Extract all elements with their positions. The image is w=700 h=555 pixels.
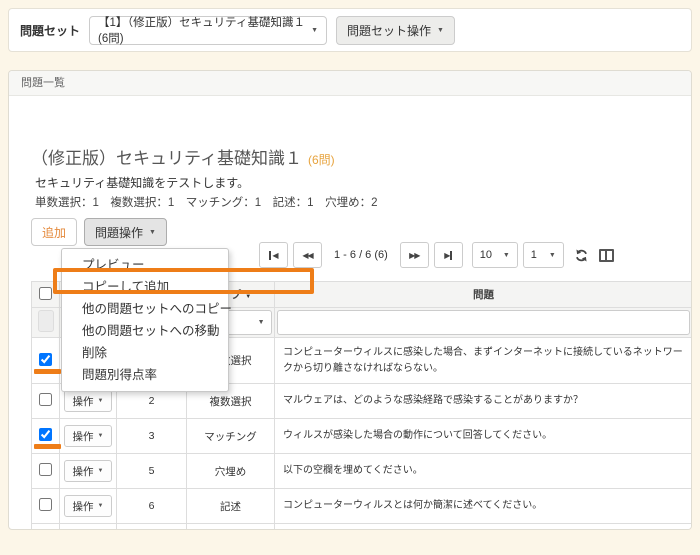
row-question: 空欄を記入してください。 bbox=[275, 524, 693, 531]
next-page-icon: ▶▶ bbox=[409, 251, 419, 260]
table-row: 操作▼ 5 穴埋め 以下の空欄を埋めてください。 bbox=[32, 454, 693, 489]
next-page-button[interactable]: ▶▶ bbox=[400, 242, 429, 268]
chevron-down-icon: ▼ bbox=[149, 229, 156, 236]
question-set-selected-value: 【1】（修正版）セキュリティ基礎知識１(6問) bbox=[98, 14, 305, 46]
row-checkbox[interactable] bbox=[39, 353, 52, 366]
chevron-down-icon: ▼ bbox=[437, 27, 444, 34]
question-list-panel: 問題一覧 （修正版）セキュリティ基礎知識１ (6問) セキュリティ基礎知識をテスト… bbox=[8, 70, 692, 530]
row-actions-button[interactable]: 操作▼ bbox=[64, 390, 113, 412]
chevron-down-icon: ▼ bbox=[549, 252, 556, 259]
question-set-label: 問題セット bbox=[20, 22, 80, 39]
row-checkbox[interactable] bbox=[39, 393, 52, 406]
menu-item-copy-to-other-set[interactable]: 他の問題セットへのコピー bbox=[62, 298, 228, 320]
row-actions-button[interactable]: 操作▼ bbox=[64, 495, 113, 517]
table-row: 操作▼ 3 マッチング ウィルスが感染した場合の動作について回答してください。 bbox=[32, 419, 693, 454]
question-header: 問題 bbox=[275, 282, 693, 308]
last-page-button[interactable]: ▶ bbox=[434, 242, 463, 268]
menu-item-preview[interactable]: プレビュー bbox=[62, 254, 228, 276]
row-question: コンピューターウィルスに感染した場合、まずインターネットに接続しているネットワー… bbox=[275, 338, 693, 384]
page-size-select[interactable]: 10 ▼ bbox=[472, 242, 518, 268]
menu-item-delete[interactable]: 削除 bbox=[62, 342, 228, 364]
filter-blank-box bbox=[38, 310, 54, 332]
annotation-underline bbox=[34, 444, 61, 449]
table-row: 操作▼ 12 穴埋め 空欄を記入してください。 bbox=[32, 524, 693, 531]
previous-page-button[interactable]: ◀◀ bbox=[293, 242, 322, 268]
quiz-description: セキュリティ基礎知識をテストします。 bbox=[35, 174, 249, 191]
page-size-value: 10 bbox=[480, 249, 492, 261]
quiz-title-text: （修正版）セキュリティ基礎知識１ bbox=[31, 149, 302, 168]
select-all-checkbox[interactable] bbox=[39, 287, 52, 300]
question-set-bar: 問題セット 【1】（修正版）セキュリティ基礎知識１(6問) ▼ 問題セット操作 … bbox=[8, 8, 692, 52]
question-set-select[interactable]: 【1】（修正版）セキュリティ基礎知識１(6問) ▼ bbox=[89, 16, 327, 45]
row-type: 穴埋め bbox=[187, 454, 275, 489]
row-question: マルウェアは、どのような感染経路で感染することがありますか？ bbox=[275, 384, 693, 419]
refresh-icon[interactable] bbox=[574, 248, 589, 263]
add-question-button[interactable]: 追加 bbox=[31, 218, 77, 246]
row-number: 5 bbox=[117, 454, 187, 489]
pagination-range-text: 1 - 6 / 6 (6) bbox=[334, 249, 388, 261]
chevron-down-icon: ▼ bbox=[98, 398, 104, 404]
page-number-select[interactable]: 1 ▼ bbox=[523, 242, 564, 268]
row-question: コンピューターウィルスとは何か簡潔に述べてください。 bbox=[275, 489, 693, 524]
chevron-down-icon: ▼ bbox=[98, 503, 104, 509]
panel-body: （修正版）セキュリティ基礎知識１(6問) セキュリティ基礎知識をテストします。 … bbox=[9, 96, 691, 530]
question-operations-menu: プレビュー コピーして追加 他の問題セットへのコピー 他の問題セットへの移動 削… bbox=[61, 248, 229, 392]
row-number: 3 bbox=[117, 419, 187, 454]
first-page-button[interactable]: ◀ bbox=[259, 242, 288, 268]
question-operations-label: 問題操作 bbox=[95, 224, 143, 241]
panel-title: 問題一覧 bbox=[9, 71, 691, 96]
row-type: 記述 bbox=[187, 489, 275, 524]
last-page-arrow: ▶ bbox=[444, 251, 449, 260]
row-question: 以下の空欄を埋めてください。 bbox=[275, 454, 693, 489]
menu-item-move-to-other-set[interactable]: 他の問題セットへの移動 bbox=[62, 320, 228, 342]
row-question: ウィルスが感染した場合の動作について回答してください。 bbox=[275, 419, 693, 454]
page: 問題セット 【1】（修正版）セキュリティ基礎知識１(6問) ▼ 問題セット操作 … bbox=[0, 0, 700, 555]
question-set-operations-button[interactable]: 問題セット操作 ▼ bbox=[336, 16, 455, 45]
chevron-down-icon: ▼ bbox=[258, 319, 265, 326]
question-operations-button[interactable]: 問題操作 ▼ bbox=[84, 218, 167, 246]
row-checkbox[interactable] bbox=[39, 498, 52, 511]
chevron-down-icon: ▼ bbox=[311, 27, 318, 34]
first-page-icon bbox=[269, 251, 271, 260]
quiz-type-stats: 単数選択：1 複数選択：1 マッチング：1 記述：1 穴埋め：2 bbox=[35, 194, 377, 210]
table-row: 操作▼ 6 記述 コンピューターウィルスとは何か簡潔に述べてください。 bbox=[32, 489, 693, 524]
question-count-badge: (6問) bbox=[308, 153, 335, 167]
first-page-arrow: ◀ bbox=[272, 251, 277, 260]
row-actions-button[interactable]: 操作▼ bbox=[64, 425, 113, 447]
select-all-header bbox=[32, 282, 60, 308]
previous-page-icon: ◀◀ bbox=[302, 251, 312, 260]
toolbar: 追加 問題操作 ▼ bbox=[31, 218, 167, 246]
question-filter-cell bbox=[275, 308, 693, 338]
question-set-operations-label: 問題セット操作 bbox=[347, 22, 431, 39]
chevron-down-icon: ▼ bbox=[98, 468, 104, 474]
question-filter-input[interactable] bbox=[277, 310, 690, 335]
columns-icon[interactable] bbox=[599, 249, 614, 262]
menu-item-score-rate-per-question[interactable]: 問題別得点率 bbox=[62, 364, 228, 386]
row-actions-button[interactable]: 操作▼ bbox=[64, 460, 113, 482]
page-number-value: 1 bbox=[531, 249, 537, 261]
row-number: 12 bbox=[117, 524, 187, 531]
chevron-down-icon: ▼ bbox=[98, 433, 104, 439]
quiz-title: （修正版）セキュリティ基礎知識１ (6問) bbox=[31, 144, 335, 169]
row-number: 6 bbox=[117, 489, 187, 524]
row-type: マッチング bbox=[187, 419, 275, 454]
chevron-down-icon: ▼ bbox=[503, 252, 510, 259]
row-checkbox[interactable] bbox=[39, 463, 52, 476]
row-type: 穴埋め bbox=[187, 524, 275, 531]
annotation-underline bbox=[34, 369, 61, 374]
pagination: ◀ ◀◀ 1 - 6 / 6 (6) ▶▶ ▶ 10 ▼ 1 ▼ bbox=[259, 242, 614, 268]
row-checkbox[interactable] bbox=[39, 428, 52, 441]
sort-icon: ▲▼ bbox=[245, 291, 251, 300]
menu-item-copy-and-add[interactable]: コピーして追加 bbox=[62, 276, 228, 298]
last-page-icon bbox=[450, 251, 452, 260]
